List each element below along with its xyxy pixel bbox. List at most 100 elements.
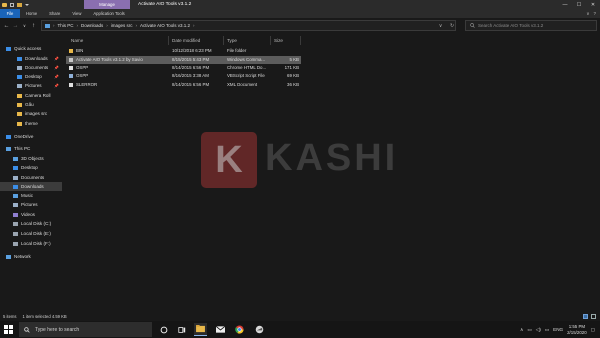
help-icon[interactable]: ?: [593, 11, 596, 16]
language-indicator[interactable]: ENG: [553, 327, 563, 332]
details-view-icon[interactable]: [583, 314, 588, 319]
forward-button[interactable]: →: [11, 21, 20, 30]
sidebar-item[interactable]: This PC: [0, 144, 62, 153]
address-dropdown-button[interactable]: ∨: [439, 23, 443, 29]
pictures-icon: [17, 83, 22, 88]
sidebar-item[interactable]: theme: [0, 119, 62, 128]
table-row[interactable]: OSPP 8/16/2015 3:38 AM VBScript Script Fil…: [66, 72, 301, 80]
tab-home[interactable]: Home: [20, 9, 43, 18]
sidebar-item[interactable]: Desktop: [0, 163, 62, 172]
breadcrumb-images-src[interactable]: images src: [111, 23, 133, 28]
close-button[interactable]: ✕: [586, 0, 600, 9]
notification-icon[interactable]: ▢: [591, 327, 595, 333]
battery-icon[interactable]: ▭: [545, 327, 549, 333]
sidebar-item[interactable]: Videos: [0, 210, 62, 219]
table-row[interactable]: SLERROR 8/14/2015 6:56 PM XML Document 36 K…: [66, 81, 301, 89]
table-row[interactable]: Activate AIO Tools v3.1.2 by Savio 8/15/2…: [66, 56, 301, 64]
up-button[interactable]: ↑: [29, 21, 38, 30]
refresh-button[interactable]: ↻: [450, 23, 454, 29]
pin-icon[interactable]: 📌: [54, 56, 59, 61]
sidebar-item[interactable]: Desktop 📌: [0, 72, 62, 81]
disk-icon: [13, 231, 18, 236]
breadcrumb-current-folder[interactable]: Activate AIO Tools v3.1.2: [140, 23, 190, 28]
clock[interactable]: 1:55 PM 2/15/2020: [567, 324, 587, 336]
breadcrumb-this-pc[interactable]: This PC: [58, 23, 74, 28]
network-tray-icon[interactable]: ▭: [527, 327, 531, 333]
chrome-icon[interactable]: [233, 323, 246, 336]
minimize-button[interactable]: —: [558, 0, 572, 9]
back-button[interactable]: ←: [2, 21, 11, 30]
sidebar-item[interactable]: Documents 📌: [0, 63, 62, 72]
start-button[interactable]: [4, 325, 13, 334]
column-header-date[interactable]: Date modified: [172, 36, 200, 45]
file-explorer-icon[interactable]: [194, 323, 207, 336]
recent-locations-button[interactable]: ∨: [20, 21, 29, 30]
volume-icon[interactable]: ◁): [536, 327, 541, 333]
file-date-modified: 8/16/2015 3:38 AM: [172, 73, 209, 78]
sidebar-item[interactable]: Network: [0, 252, 62, 261]
file-size: 36 KB: [287, 82, 299, 87]
breadcrumb-downloads[interactable]: Downloads: [81, 23, 103, 28]
sidebar-item[interactable]: images src: [0, 109, 62, 118]
app-icon[interactable]: [253, 323, 266, 336]
network-icon: [6, 254, 11, 259]
sidebar-item[interactable]: Camera Roll: [0, 91, 62, 100]
cortana-icon[interactable]: [157, 323, 170, 336]
file-size: 5 KB: [289, 57, 299, 62]
sidebar-item[interactable]: Local Disk (E:): [0, 229, 62, 238]
search-input[interactable]: [478, 23, 588, 28]
sidebar-item-label: Local Disk (F:): [21, 241, 51, 246]
sidebar-item[interactable]: Downloads: [0, 182, 62, 191]
sidebar-item[interactable]: Quick access: [0, 44, 62, 53]
column-header-name[interactable]: Name: [71, 36, 83, 45]
status-item-count: 5 items: [3, 314, 17, 319]
sidebar-item[interactable]: Downloads 📌: [0, 54, 62, 63]
tab-view[interactable]: View: [66, 9, 87, 18]
sidebar-item-label: Downloads: [25, 56, 48, 61]
chevron-down-icon[interactable]: ∨: [586, 11, 589, 17]
large-icons-view-icon[interactable]: [591, 314, 596, 319]
file-name: Activate AIO Tools v3.1.2 by Savio: [76, 57, 143, 62]
cloud-icon: [6, 134, 11, 139]
properties-icon[interactable]: [10, 2, 14, 7]
sidebar-item[interactable]: Local Disk (F:): [0, 239, 62, 248]
table-row[interactable]: OSPP 8/14/2015 6:56 PM Chrome HTML Do... 17…: [66, 64, 301, 72]
sidebar-item[interactable]: Music: [0, 191, 62, 200]
maximize-button[interactable]: ☐: [572, 0, 586, 9]
column-header-type[interactable]: Type: [227, 36, 237, 45]
chevron-down-icon[interactable]: [25, 3, 29, 6]
sidebar-item[interactable]: Documents: [0, 173, 62, 182]
sidebar-item[interactable]: Pictures 📌: [0, 81, 62, 90]
taskbar-search[interactable]: Type here to search: [19, 322, 152, 337]
pictures-icon: [13, 202, 18, 207]
folder-icon: [17, 121, 22, 126]
tab-file[interactable]: File: [0, 9, 20, 18]
tab-share[interactable]: Share: [43, 9, 66, 18]
sidebar-item[interactable]: Pictures: [0, 200, 62, 209]
pin-icon[interactable]: 📌: [54, 74, 59, 79]
chevron-up-icon[interactable]: ∧: [520, 327, 523, 333]
file-type: XML Document: [227, 82, 258, 87]
pin-icon[interactable]: 📌: [54, 83, 59, 88]
sidebar-item[interactable]: OneDrive: [0, 132, 62, 141]
manage-tab[interactable]: Manage: [84, 0, 130, 9]
task-view-icon[interactable]: [175, 323, 188, 336]
taskbar: Type here to search ∧ ▭ ◁) ▭ ENG 1:55 PM…: [0, 321, 600, 338]
search-box[interactable]: [465, 20, 597, 31]
new-folder-icon[interactable]: [17, 2, 22, 7]
sidebar-item[interactable]: Gấu: [0, 100, 62, 109]
mail-icon[interactable]: [214, 323, 227, 336]
tab-application-tools[interactable]: Application Tools: [87, 9, 130, 18]
document-icon: [17, 65, 22, 70]
pin-icon[interactable]: 📌: [54, 65, 59, 70]
sidebar-item[interactable]: Local Disk (C:): [0, 219, 62, 228]
xml-icon: [69, 83, 73, 87]
column-header-size[interactable]: Size: [274, 36, 283, 45]
file-type: Windows Comma...: [227, 57, 266, 62]
sidebar-item[interactable]: 3D Objects: [0, 154, 62, 163]
sidebar-item-label: Music: [21, 193, 33, 198]
table-row[interactable]: BIN 10/12/2018 6:23 PM File folder: [66, 47, 301, 55]
file-date-modified: 8/14/2015 6:56 PM: [172, 82, 210, 87]
address-controls: ∨ ↻: [435, 20, 458, 31]
address-bar[interactable]: › This PC › Downloads › images src › Act…: [41, 20, 456, 31]
